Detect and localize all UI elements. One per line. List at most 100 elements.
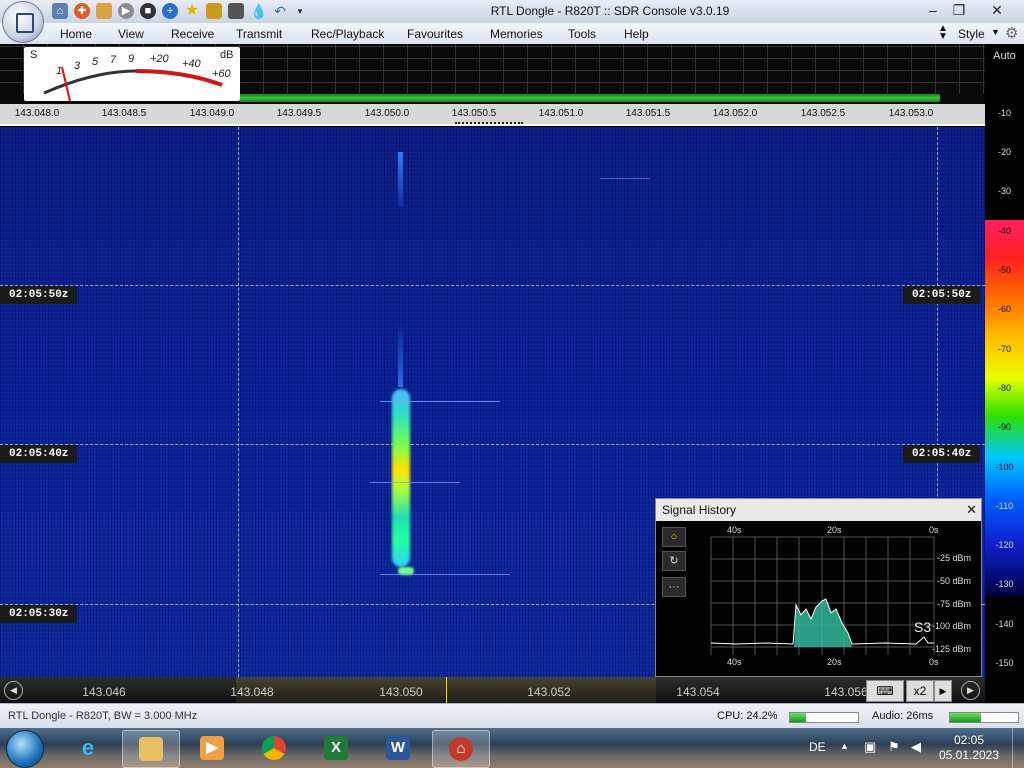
taskbar-explorer[interactable]: [122, 730, 180, 768]
overview-tick: 143.050: [379, 685, 423, 699]
timestamp-left-3: 02:05:30z: [0, 605, 78, 623]
scroll-left-button[interactable]: ◀: [4, 681, 23, 700]
db-label: -120: [995, 540, 1014, 550]
time-label-top: 20s: [827, 525, 842, 535]
word-icon: W: [386, 736, 410, 760]
time-label-top: 0s: [929, 525, 939, 535]
freq-tick: 143.050.0: [364, 108, 410, 119]
reset-icon[interactable]: ↻: [662, 551, 686, 571]
app-menu-button[interactable]: [2, 1, 44, 43]
overview-tick: 143.056: [824, 685, 868, 699]
lifebuoy-icon[interactable]: ✚: [74, 3, 90, 19]
clock-date: 05.01.2023: [938, 748, 1000, 762]
undo-icon[interactable]: ↶: [272, 3, 288, 19]
freq-tick: 143.052.5: [800, 108, 846, 119]
db-label: -60: [997, 304, 1011, 314]
overview-tick: 143.052: [527, 685, 571, 699]
signal-history-header[interactable]: Signal History ✕: [656, 499, 981, 521]
db-label: -90: [997, 422, 1011, 432]
zoom-button[interactable]: x2: [906, 680, 934, 702]
taskbar-excel[interactable]: X: [308, 730, 364, 766]
home-icon[interactable]: ⌂: [52, 3, 68, 19]
menu-receive[interactable]: Receive: [171, 27, 214, 41]
lock-icon[interactable]: [206, 3, 222, 19]
s-meter-arc: [43, 66, 223, 101]
internet-explorer-icon: e: [81, 735, 95, 760]
db-label: -100: [995, 462, 1014, 472]
tray-volume-icon[interactable]: ◀: [911, 739, 921, 755]
overview-tick: 143.046: [82, 685, 126, 699]
title-bar: ⌂ ✚ ▶ ■ + ★ 💧 ↶ ▾ RTL Dongle - R820T :: …: [0, 0, 1024, 24]
style-updown-icon[interactable]: ▲ ▼: [938, 24, 948, 42]
clock[interactable]: 02:05 05.01.2023: [934, 733, 1004, 763]
level-label: -75 dBm: [937, 599, 972, 609]
minimize-button[interactable]: –: [922, 1, 944, 19]
overview-scale[interactable]: ◀ 143.046 143.048 143.050 143.052 143.05…: [0, 677, 985, 703]
auto-button[interactable]: Auto: [985, 50, 1024, 66]
style-dropdown-icon[interactable]: ▼: [991, 27, 1000, 37]
cpu-label: CPU: 24.2%: [717, 710, 778, 722]
zoom-next-icon[interactable]: ▶: [934, 680, 952, 702]
signal-history-close-icon[interactable]: ✕: [966, 499, 977, 521]
menu-home[interactable]: Home: [60, 27, 92, 41]
timestamp-right-2: 02:05:40z: [903, 445, 981, 463]
menu-view[interactable]: View: [118, 27, 144, 41]
s-reading: S3: [914, 619, 932, 635]
signal-history-panel: Signal History ✕ ○ ↻ ··· 40s 20s 0s 40s …: [655, 498, 982, 677]
freq-tick: 143.053.0: [888, 108, 934, 119]
scroll-right-button[interactable]: ▶: [961, 681, 980, 700]
interference-line: [380, 574, 510, 575]
menu-help[interactable]: Help: [624, 27, 649, 41]
freq-tick: 143.049.0: [189, 108, 235, 119]
cpu-progress: [789, 712, 859, 723]
tray-network-icon[interactable]: ▣: [864, 739, 876, 755]
add-icon[interactable]: +: [162, 3, 178, 19]
menu-rec-playback[interactable]: Rec/Playback: [311, 27, 384, 41]
grid-line: [0, 285, 985, 286]
folder-icon[interactable]: [96, 3, 112, 19]
taskbar-internet-explorer[interactable]: e: [60, 730, 116, 766]
radio-tower-icon: ⌂: [449, 737, 473, 761]
close-button[interactable]: ✕: [986, 1, 1008, 19]
taskbar-sdr-console[interactable]: ⌂: [432, 730, 490, 768]
taskbar-word[interactable]: W: [370, 730, 426, 766]
passband-marker[interactable]: [455, 122, 523, 126]
media-player-icon: ▶: [200, 736, 224, 760]
taskbar-media-player[interactable]: ▶: [184, 730, 240, 766]
language-indicator[interactable]: DE: [809, 740, 826, 754]
more-options-icon[interactable]: ···: [662, 577, 686, 597]
time-label-top: 40s: [727, 525, 742, 535]
stop-icon[interactable]: ■: [140, 3, 156, 19]
maximize-button[interactable]: ❐: [948, 1, 970, 19]
style-menu[interactable]: Style: [958, 27, 985, 41]
drop-icon[interactable]: 💧: [250, 3, 267, 19]
keyboard-button[interactable]: ⌨: [866, 680, 904, 702]
quick-access-dropdown-icon[interactable]: ▾: [292, 3, 308, 19]
chrome-icon: [262, 736, 286, 760]
tray-alert-icon[interactable]: ⚑: [888, 739, 900, 755]
menu-favourites[interactable]: Favourites: [407, 27, 463, 41]
star-icon[interactable]: ★: [184, 3, 200, 19]
signal-trace-main: [392, 389, 410, 567]
record-icon[interactable]: ○: [662, 527, 686, 547]
clock-time: 02:05: [953, 733, 985, 747]
start-button[interactable]: [6, 730, 44, 768]
signal-trace-top: [398, 152, 403, 207]
menu-transmit[interactable]: Transmit: [236, 27, 282, 41]
grid-line: [238, 127, 239, 677]
freq-tick: 143.050.5: [451, 108, 497, 119]
show-desktop-button[interactable]: [1012, 728, 1024, 768]
frequency-scale[interactable]: 143.048.0 143.048.5 143.049.0 143.049.5 …: [0, 104, 985, 126]
signal-trace-faint: [398, 327, 403, 387]
device-status: RTL Dongle - R820T, BW = 3.000 MHz: [8, 710, 198, 722]
db-label: -130: [995, 579, 1014, 589]
taskbar-chrome[interactable]: [246, 730, 302, 766]
camera-icon[interactable]: [228, 3, 244, 19]
app-logo-icon: [16, 13, 34, 33]
tray-expand-icon[interactable]: ▲: [840, 741, 849, 751]
db-scale: Auto -10 -20 -30 -40 -50 -60 -70 -80 -90…: [985, 44, 1024, 677]
menu-memories[interactable]: Memories: [490, 27, 543, 41]
play-icon[interactable]: ▶: [118, 3, 134, 19]
menu-tools[interactable]: Tools: [568, 27, 596, 41]
gear-icon[interactable]: ⚙: [1005, 24, 1018, 42]
